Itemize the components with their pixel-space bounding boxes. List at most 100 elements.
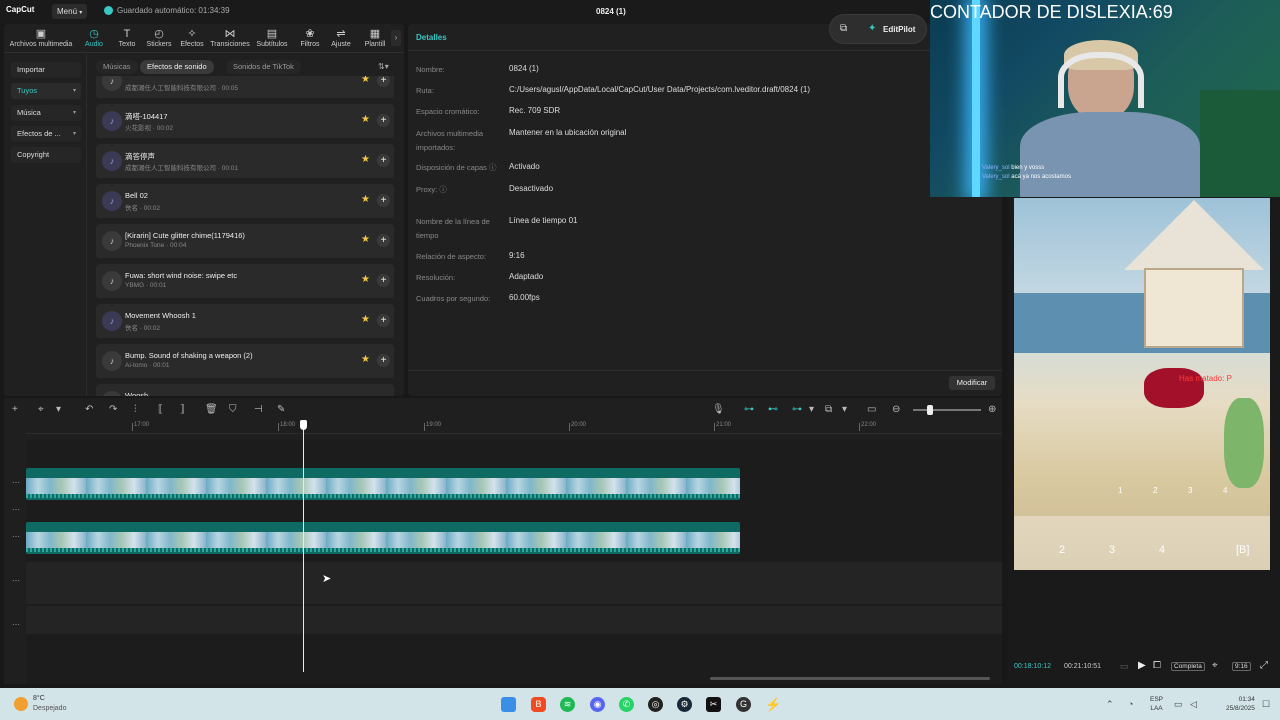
player-grid-icon[interactable]: ▭ bbox=[1120, 661, 1129, 672]
toolbar-scroll-right-icon[interactable]: › bbox=[391, 30, 401, 46]
weather-icon[interactable] bbox=[14, 697, 28, 711]
steam-icon[interactable]: ⚙ bbox=[677, 697, 692, 712]
capcut-icon[interactable]: ✂ bbox=[706, 697, 721, 712]
subtab-1[interactable]: Músicas bbox=[96, 60, 138, 74]
expand-icon[interactable]: ⤢ bbox=[1260, 660, 1268, 671]
editpilot-side-icon[interactable]: ⧉ bbox=[840, 23, 847, 34]
tab-sticker[interactable]: ◴ Stickers bbox=[143, 28, 175, 48]
tab-templates[interactable]: ▦ Plantill bbox=[358, 28, 392, 48]
language-indicator[interactable]: ESP LAA bbox=[1150, 695, 1163, 713]
snap-icon[interactable]: ⊶ bbox=[792, 404, 802, 415]
crop-icon[interactable]: ⧠ bbox=[1153, 660, 1161, 671]
video-clip-1[interactable] bbox=[26, 468, 740, 500]
play-button[interactable]: ▶ bbox=[1138, 660, 1146, 671]
magnet-icon[interactable]: ⊷ bbox=[768, 404, 778, 415]
fit-dropdown[interactable]: Completa bbox=[1171, 662, 1205, 671]
split-right-icon[interactable]: ⟧ bbox=[180, 404, 185, 415]
delete-icon[interactable]: 🗑 bbox=[205, 404, 218, 415]
screen-icon[interactable]: ▭ bbox=[867, 404, 876, 415]
add-icon[interactable]: + bbox=[377, 354, 390, 367]
track-menu-icon-1[interactable]: ⋯ bbox=[12, 478, 20, 487]
split-left-icon[interactable]: ⟦ bbox=[158, 404, 163, 415]
chevron-down-icon[interactable]: ▾ bbox=[809, 404, 814, 415]
sound-item[interactable]: ♪ 滴嗒-104417 火花影视 · 00:02 ★ + bbox=[96, 104, 394, 138]
sound-item[interactable]: ♪Woosh bbox=[96, 384, 394, 396]
epic-icon[interactable]: G bbox=[736, 697, 751, 712]
track-menu-icon-5[interactable]: ⋯ bbox=[12, 620, 20, 629]
shield-icon[interactable]: ⛉ bbox=[229, 404, 237, 415]
ratio-button[interactable]: 9:16 bbox=[1232, 662, 1251, 671]
sidebar-item-2[interactable]: Tuyos ▾ bbox=[11, 83, 81, 99]
tray-chevron-icon[interactable]: ⌃ bbox=[1106, 699, 1114, 710]
favorite-star-icon[interactable]: ★ bbox=[361, 114, 370, 125]
timeline-scrollbar[interactable] bbox=[710, 677, 990, 680]
sidebar-item-3[interactable]: Música ▾ bbox=[11, 105, 81, 121]
volume-icon[interactable]: ◁ bbox=[1190, 699, 1197, 710]
sort-filter-icon[interactable]: ⇅▾ bbox=[378, 62, 389, 71]
clock[interactable]: 01:34 25/8/2025 bbox=[1226, 695, 1255, 713]
favorite-star-icon[interactable]: ★ bbox=[361, 274, 370, 285]
tab-transitions[interactable]: ⋈ Transiciones bbox=[209, 28, 251, 48]
track-menu-icon-4[interactable]: ⋯ bbox=[12, 576, 20, 585]
sound-item[interactable]: ♪ Bump. Sound of shaking a weapon (2) Ai-t… bbox=[96, 344, 394, 378]
add-icon[interactable]: + bbox=[377, 154, 390, 167]
sidebar-item-4[interactable]: Efectos de ... ▾ bbox=[11, 126, 81, 142]
sound-item[interactable]: ♪ [Kirarin] Cute glitter chime(1179416) Ph… bbox=[96, 224, 394, 258]
playhead-line[interactable] bbox=[303, 424, 304, 672]
preview-icon[interactable]: ⧉ bbox=[825, 404, 832, 415]
mic-icon[interactable]: 🎙 bbox=[712, 404, 725, 415]
tab-audio[interactable]: ◷ Audio bbox=[78, 28, 110, 48]
favorite-star-icon[interactable]: ★ bbox=[361, 234, 370, 245]
redo-icon[interactable]: ↷ bbox=[109, 404, 117, 415]
favorite-star-icon[interactable]: ★ bbox=[361, 76, 370, 85]
zoom-slider-handle[interactable] bbox=[927, 405, 933, 415]
tab-filters[interactable]: ❀ Filtros bbox=[295, 28, 325, 48]
zoom-slider[interactable] bbox=[913, 409, 981, 411]
add-icon[interactable]: + bbox=[377, 274, 390, 287]
sound-item[interactable]: ♪ Bell 02 佚名 · 00:02 ★ + bbox=[96, 184, 394, 218]
split-icon[interactable]: ⫶ bbox=[134, 404, 137, 415]
discord-icon[interactable]: ◉ bbox=[590, 697, 605, 712]
add-icon[interactable]: + bbox=[377, 76, 390, 87]
chevron-down-icon[interactable]: ▾ bbox=[842, 404, 847, 415]
add-icon[interactable]: + bbox=[377, 234, 390, 247]
obs-icon[interactable]: ◎ bbox=[648, 697, 663, 712]
sound-item[interactable]: ♪ 滴答停声 成都潮任人工智能科技有限公司 · 00:01 ★ + bbox=[96, 144, 394, 178]
windows-start-icon[interactable] bbox=[501, 697, 516, 712]
favorite-star-icon[interactable]: ★ bbox=[361, 354, 370, 365]
sidebar-item-1[interactable]: Importar bbox=[11, 62, 81, 78]
timeline-ruler[interactable] bbox=[26, 420, 1002, 434]
add-icon[interactable]: + bbox=[377, 194, 390, 207]
chevron-down-icon[interactable]: ▾ bbox=[56, 404, 61, 415]
tab-media[interactable]: ▣ Archivos multimedia bbox=[6, 28, 76, 48]
app-bolt-icon[interactable]: ⚡ bbox=[765, 697, 781, 712]
track-menu-icon-3[interactable]: ⋯ bbox=[12, 532, 20, 541]
editpilot-widget[interactable]: ⧉ ✦ EditPilot bbox=[829, 14, 927, 44]
menu-button[interactable]: Menú ▾ bbox=[52, 4, 88, 19]
tab-adjust[interactable]: ⇌ Ajuste bbox=[327, 28, 355, 48]
zoom-out-icon[interactable]: ⊖ bbox=[892, 404, 900, 415]
sound-item[interactable]: ♪ Movement Whoosh 1 佚名 · 00:02 ★ + bbox=[96, 304, 394, 338]
freeze-icon[interactable]: ⊣ bbox=[254, 404, 263, 415]
track-menu-icon-2[interactable]: ⋯ bbox=[12, 505, 20, 514]
link-icon[interactable]: ⊶ bbox=[744, 404, 754, 415]
add-icon[interactable]: + bbox=[377, 314, 390, 327]
playhead-handle[interactable] bbox=[300, 420, 307, 430]
favorite-star-icon[interactable]: ★ bbox=[361, 194, 370, 205]
brave-icon[interactable]: B bbox=[531, 697, 546, 712]
favorite-star-icon[interactable]: ★ bbox=[361, 154, 370, 165]
subtab-3[interactable]: Sonidos de TikTok bbox=[226, 60, 301, 74]
modify-button[interactable]: Modificar bbox=[949, 376, 995, 390]
tab-effects[interactable]: ✧ Efectos bbox=[176, 28, 208, 48]
select-tool-icon[interactable]: ⌖ bbox=[38, 404, 44, 415]
tab-subtitles[interactable]: ▤ Subtítulos bbox=[254, 28, 290, 48]
add-track-icon[interactable]: + bbox=[12, 404, 18, 415]
add-icon[interactable]: + bbox=[377, 114, 390, 127]
favorite-star-icon[interactable]: ★ bbox=[361, 314, 370, 325]
subtab-2[interactable]: Efectos de sonido bbox=[140, 60, 214, 74]
video-clip-2[interactable] bbox=[26, 522, 740, 554]
notification-icon[interactable]: ☐ bbox=[1262, 699, 1270, 710]
network-icon[interactable]: ▭ bbox=[1174, 699, 1183, 710]
tray-app-icon[interactable]: ◔ bbox=[1128, 699, 1133, 709]
sound-item[interactable]: ♪ 成都潮任人工智能科技有限公司 · 00:05 ★ + bbox=[96, 76, 394, 98]
